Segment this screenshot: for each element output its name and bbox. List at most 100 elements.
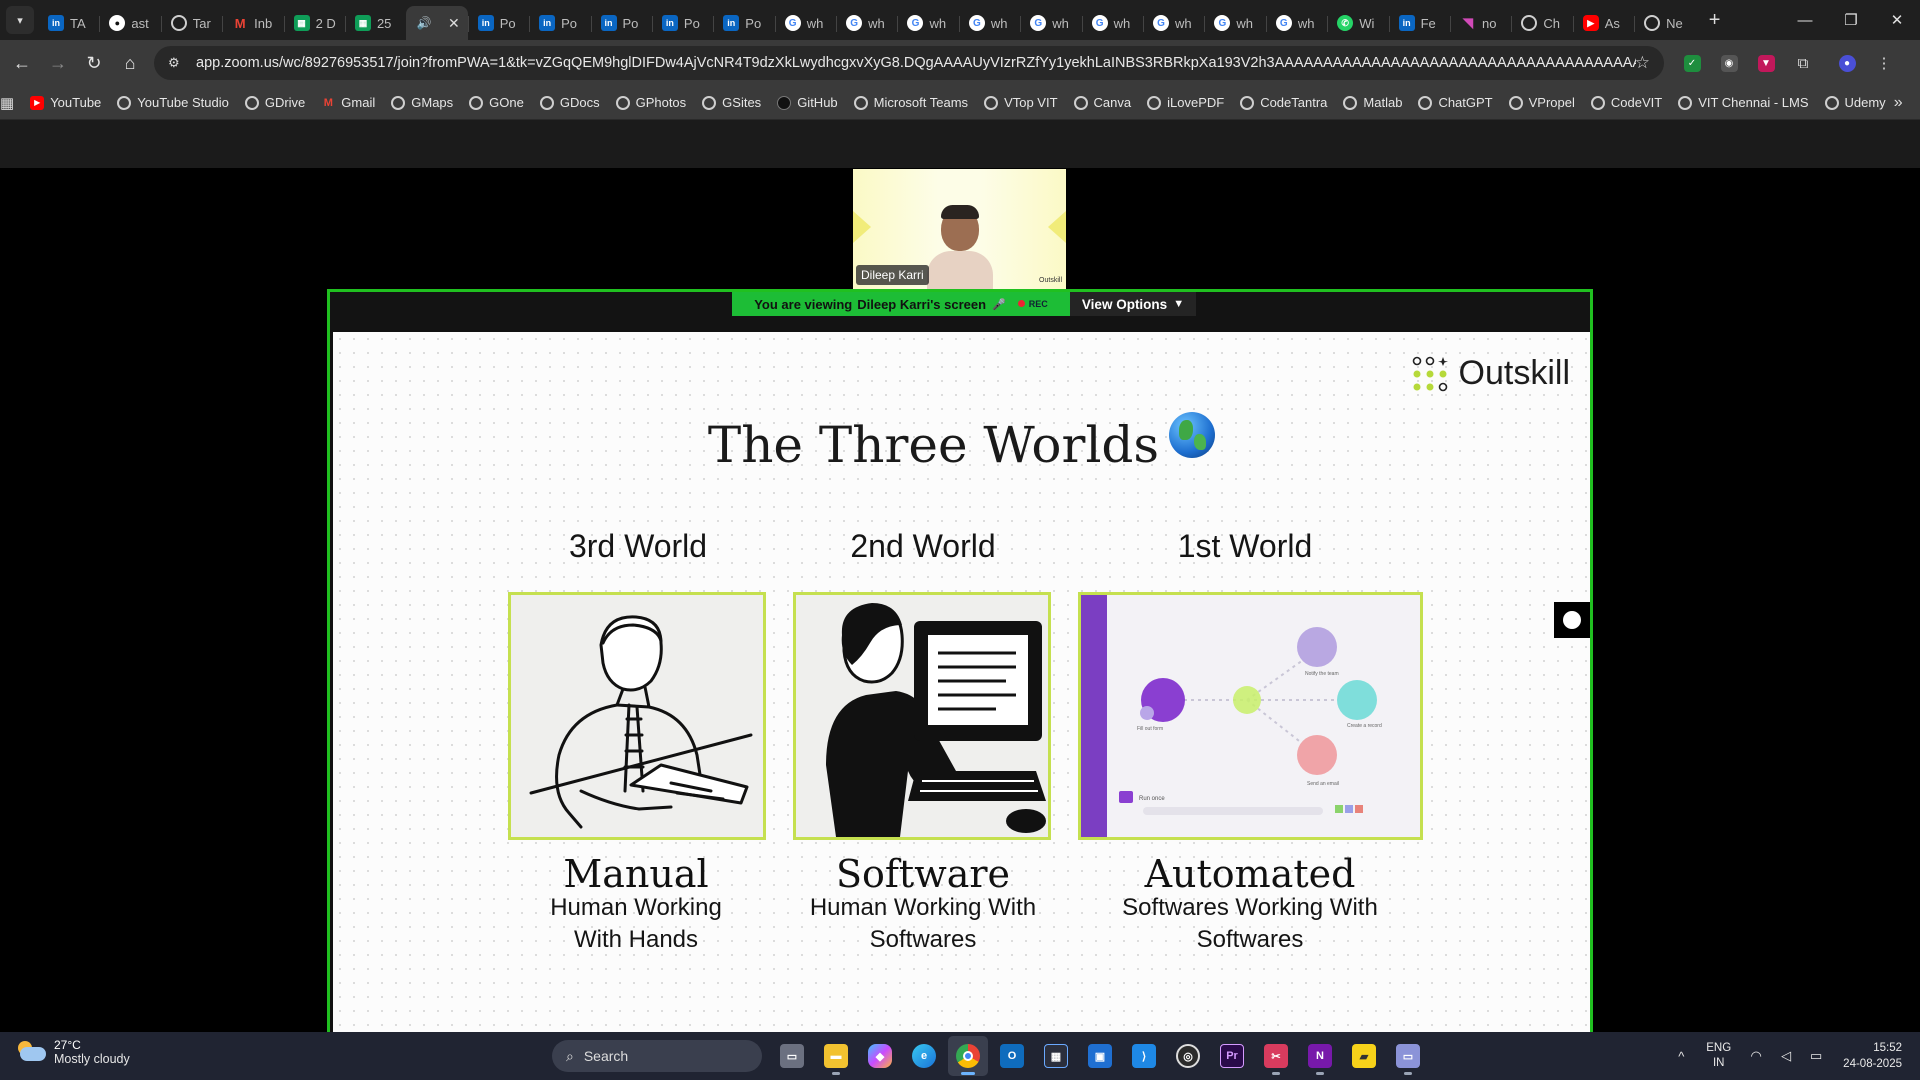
browser-tab[interactable]: Gwh [897, 6, 958, 40]
wifi-icon[interactable]: ◠ [1745, 1048, 1767, 1064]
browser-tab[interactable]: Gwh [1265, 6, 1327, 40]
start-button[interactable] [502, 1036, 542, 1076]
feedback-bubble-icon[interactable] [1554, 602, 1590, 638]
view-options-button[interactable]: View Options ▼ [1070, 292, 1196, 316]
browser-tab[interactable]: ◥ no [1449, 6, 1511, 40]
chrome-icon[interactable] [948, 1036, 988, 1076]
camera-extension-icon[interactable]: ◉ [1711, 45, 1747, 81]
more-bookmarks-icon[interactable]: » [1894, 94, 1903, 112]
restore-button[interactable]: ❐ [1828, 0, 1874, 40]
bookmark-item[interactable]: Canva [1066, 90, 1140, 116]
browser-tab[interactable]: 🔊 ✕ [406, 6, 468, 40]
teams-icon[interactable]: ▣ [1080, 1036, 1120, 1076]
bookmark-item[interactable]: VIT Chennai - LMS [1670, 90, 1816, 116]
input-language[interactable]: ENG IN [1706, 1041, 1731, 1071]
menu-kebab-icon[interactable]: ⋮ [1866, 45, 1902, 81]
reload-button[interactable]: ↻ [76, 45, 112, 81]
browser-tab[interactable]: in Po [467, 6, 529, 40]
participant-video-tile[interactable]: Dileep Karri Outskill [853, 169, 1066, 289]
browser-tab[interactable]: ▶ As [1572, 6, 1634, 40]
obs-icon[interactable]: ◎ [1168, 1036, 1208, 1076]
bookmark-item[interactable]: GMaps [383, 90, 461, 116]
apps-grid-icon[interactable]: ▦ [0, 94, 14, 112]
browser-tab[interactable]: ✆ Wi [1327, 6, 1388, 40]
bookmark-item[interactable]: Udemy [1817, 90, 1894, 116]
file-explorer-icon[interactable]: ▬ [816, 1036, 856, 1076]
browser-tab[interactable]: Ch [1511, 6, 1572, 40]
browser-tab[interactable]: in Po [529, 6, 590, 40]
profile-avatar-icon[interactable]: ● [1829, 45, 1865, 81]
browser-tab[interactable]: Ne [1634, 6, 1695, 40]
sticky-notes-icon[interactable]: ▰ [1344, 1036, 1384, 1076]
volume-icon[interactable]: ◁ [1775, 1048, 1797, 1064]
manual-illustration [508, 592, 766, 840]
copilot-icon[interactable]: ◆ [860, 1036, 900, 1076]
extensions-puzzle-icon[interactable]: ⧉ [1785, 45, 1821, 81]
browser-tab[interactable]: ● ast [99, 6, 160, 40]
bookmark-item[interactable]: GitHub [769, 90, 845, 116]
minimize-button[interactable]: — [1782, 0, 1828, 40]
zoom-meeting-area: Dileep Karri Outskill You are viewing Di… [0, 120, 1920, 1035]
browser-tab[interactable]: in TA [38, 6, 99, 40]
bookmark-item[interactable]: iLovePDF [1139, 90, 1232, 116]
bookmark-item[interactable]: VTop VIT [976, 90, 1065, 116]
browser-tab[interactable]: in Po [713, 6, 774, 40]
bookmark-item[interactable]: M Gmail [313, 90, 383, 116]
bookmark-item[interactable]: CodeTantra [1232, 90, 1335, 116]
bookmark-item[interactable]: VPropel [1501, 90, 1583, 116]
browser-tab[interactable]: Tar [160, 6, 222, 40]
taskbar-search-box[interactable]: ⌕ Search [552, 1040, 762, 1072]
bookmark-star-icon[interactable]: ☆ [1635, 53, 1650, 73]
microsoft-store-icon[interactable]: ▦ [1036, 1036, 1076, 1076]
forward-button[interactable]: → [40, 45, 76, 81]
browser-tab[interactable]: M Inb [222, 6, 283, 40]
task-view-icon[interactable]: ▭ [772, 1036, 812, 1076]
browser-tab[interactable]: Gwh [774, 6, 836, 40]
bookmark-item[interactable]: YouTube Studio [109, 90, 237, 116]
browser-tab[interactable]: Gwh [1143, 6, 1204, 40]
bookmark-item[interactable]: ▶ YouTube [22, 90, 109, 116]
bookmark-item[interactable]: GSites [694, 90, 769, 116]
pocket-extension-icon[interactable]: ▼ [1748, 45, 1784, 81]
bookmark-item[interactable]: GDocs [532, 90, 608, 116]
browser-tab[interactable]: Gwh [1204, 6, 1265, 40]
browser-tab[interactable]: Gwh [1081, 6, 1143, 40]
browser-tab[interactable]: Gwh [836, 6, 897, 40]
browser-tab[interactable]: in Po [590, 6, 652, 40]
back-button[interactable]: ← [4, 45, 40, 81]
site-info-icon[interactable]: ⚙ [168, 55, 190, 71]
browser-tab[interactable]: in Po [651, 6, 713, 40]
snipping-tool-icon[interactable]: ✂ [1256, 1036, 1296, 1076]
bookmark-item[interactable]: Matlab [1335, 90, 1410, 116]
close-window-button[interactable]: ✕ [1874, 0, 1920, 40]
browser-tab[interactable]: ▦ 25 [344, 6, 406, 40]
bookmark-item[interactable]: CodeVIT [1583, 90, 1670, 116]
tab-title: wh [1052, 15, 1069, 31]
show-hidden-icons-chevron-icon[interactable]: ^ [1670, 1049, 1692, 1064]
bookmark-item[interactable]: GDrive [237, 90, 313, 116]
browser-tab[interactable]: Gwh [958, 6, 1020, 40]
browser-tab[interactable]: Gwh [1020, 6, 1081, 40]
address-bar[interactable]: ⚙ app.zoom.us/wc/89276953517/join?fromPW… [154, 46, 1664, 80]
tab-title: As [1604, 15, 1620, 31]
vscode-icon[interactable]: ⟩ [1124, 1036, 1164, 1076]
bookmark-item[interactable]: ChatGPT [1410, 90, 1500, 116]
app-window-icon[interactable]: ▭ [1388, 1036, 1428, 1076]
browser-tab[interactable]: in Fe [1388, 6, 1450, 40]
taskbar-clock[interactable]: 15:52 24-08-2025 [1843, 1040, 1902, 1072]
shield-extension-icon[interactable]: ✓ [1674, 45, 1710, 81]
edge-browser-icon[interactable]: e [904, 1036, 944, 1076]
weather-widget[interactable]: 27°C Mostly cloudy [16, 1038, 130, 1066]
onenote-icon[interactable]: N [1300, 1036, 1340, 1076]
new-tab-button[interactable]: + [1700, 5, 1730, 35]
outlook-icon[interactable]: O [992, 1036, 1032, 1076]
battery-icon[interactable]: ▭ [1805, 1048, 1827, 1064]
tab-search-button[interactable]: ▾ [6, 6, 34, 34]
bookmark-item[interactable]: GPhotos [608, 90, 695, 116]
bookmark-item[interactable]: GOne [461, 90, 532, 116]
close-tab-icon[interactable]: ✕ [448, 15, 460, 32]
home-button[interactable]: ⌂ [112, 45, 148, 81]
bookmark-item[interactable]: Microsoft Teams [846, 90, 976, 116]
browser-tab[interactable]: ▦ 2 D [283, 6, 345, 40]
premiere-pro-icon[interactable]: Pr [1212, 1036, 1252, 1076]
